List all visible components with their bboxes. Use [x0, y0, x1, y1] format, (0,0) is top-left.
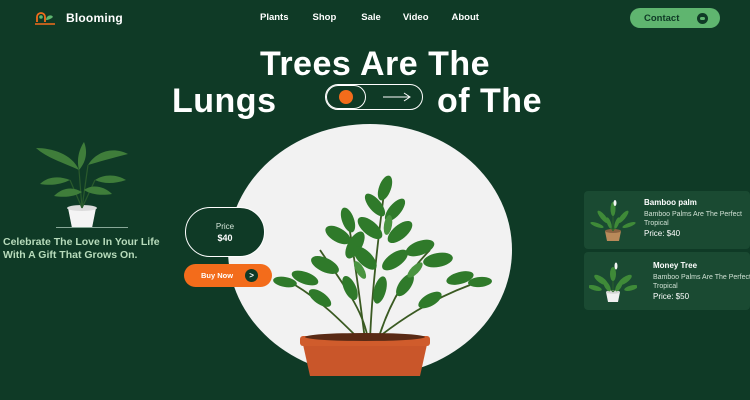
nav-item-sale[interactable]: Sale — [361, 12, 381, 23]
hero-title-line2-right: of The — [437, 82, 542, 120]
brand-logo[interactable]: Blooming — [34, 10, 123, 26]
nav-item-plants[interactable]: Plants — [260, 12, 289, 23]
product-card-bamboo-palm[interactable]: Bamboo palm Bamboo Palms Are The Perfect… — [584, 191, 750, 249]
contact-button[interactable]: Contact — [630, 8, 720, 28]
divider — [56, 227, 128, 228]
nav-item-shop[interactable]: Shop — [313, 12, 337, 23]
nav-item-about[interactable]: About — [452, 12, 479, 23]
product-price: Price: $40 — [644, 229, 681, 238]
product-price: Price: $50 — [653, 292, 690, 301]
hero-title-line1: Trees Are The — [259, 45, 491, 83]
product-description: Bamboo Palms Are The Perfect Tropical — [644, 211, 742, 227]
product-description: Bamboo Palms Are The Perfect Tropical — [653, 274, 750, 290]
buy-now-label: Buy Now — [201, 271, 234, 280]
chevron-right-icon: > — [245, 269, 259, 282]
buy-now-button[interactable]: Buy Now > — [184, 264, 272, 287]
nav-item-video[interactable]: Video — [403, 12, 429, 23]
brand-name: Blooming — [66, 11, 123, 25]
arrow-right-icon — [383, 92, 411, 102]
plant-image-left — [36, 142, 128, 228]
logo-icon — [35, 12, 55, 25]
promo-text: Celebrate The Love In Your Life With A G… — [3, 236, 160, 261]
price-value: $40 — [217, 232, 233, 243]
plant-image-hero — [273, 175, 492, 376]
contact-dot-icon — [697, 12, 709, 24]
product-name: Bamboo palm — [644, 198, 697, 207]
product-card-money-tree[interactable]: Money Tree Bamboo Palms Are The Perfect … — [584, 252, 750, 310]
plant-thumb-money-tree — [589, 262, 637, 302]
plant-thumb-bamboo — [590, 200, 636, 241]
contact-label: Contact — [644, 12, 680, 24]
product-name: Money Tree — [653, 261, 698, 270]
main-nav: Plants Shop Sale Video About — [260, 12, 479, 23]
price-badge: Price $40 — [185, 207, 265, 257]
hero-title-line2-left: Lungs — [172, 82, 277, 120]
price-label: Price — [215, 221, 235, 231]
hero-toggle-knob[interactable] — [326, 85, 366, 109]
